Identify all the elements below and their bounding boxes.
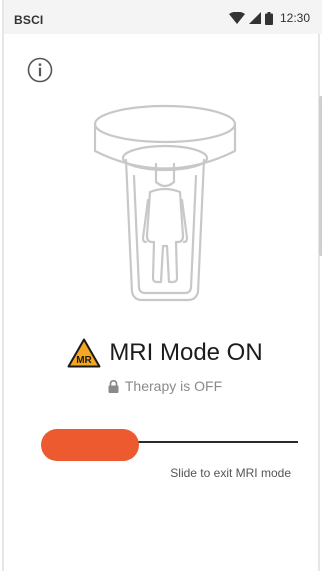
mri-scanner-person-icon (93, 104, 237, 302)
mr-conditional-warning-icon: MR (67, 338, 101, 368)
status-bar: BSCI 12:30 (4, 0, 322, 34)
therapy-status: Therapy is OFF (4, 378, 322, 394)
wifi-icon (228, 12, 245, 24)
exit-slider-caption: Slide to exit MRI mode (170, 466, 291, 480)
exit-slider-track[interactable] (132, 441, 298, 443)
therapy-status-text: Therapy is OFF (124, 378, 223, 394)
mri-mode-title: MRI Mode ON (109, 339, 263, 366)
info-icon[interactable] (26, 56, 54, 84)
signal-icon (248, 12, 261, 24)
exit-slider-thumb[interactable] (41, 429, 139, 461)
mri-mode-status: MR MRI Mode ON (4, 338, 322, 368)
clock-time: 12:30 (279, 11, 310, 25)
carrier-label: BSCI (14, 13, 44, 27)
battery-icon (264, 11, 273, 25)
lock-icon (108, 379, 119, 393)
status-indicators: 12:30 (228, 11, 310, 25)
mr-badge-label: MR (77, 355, 93, 366)
device-screen: BSCI 12:30 MR MRI Mode ON Therapy is OFF… (2, 0, 322, 571)
